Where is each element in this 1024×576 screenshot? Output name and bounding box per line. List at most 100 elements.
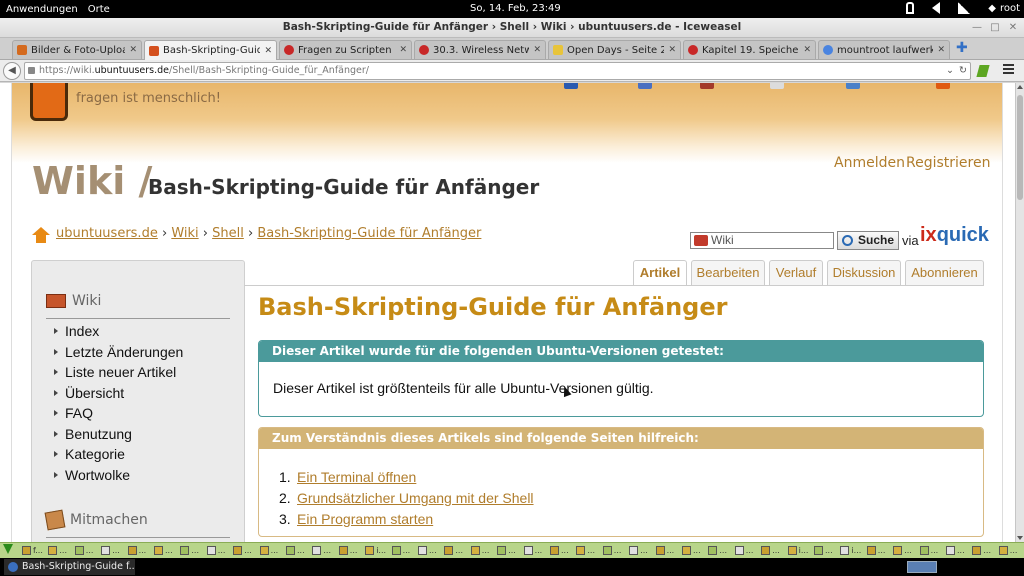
- close-tab-icon[interactable]: ✕: [668, 45, 676, 55]
- bookmark-item[interactable]: i...: [365, 545, 386, 556]
- bookmark-item[interactable]: ...: [74, 545, 93, 556]
- addon-icon[interactable]: [976, 65, 990, 77]
- bookmark-item[interactable]: ...: [998, 545, 1017, 556]
- bookmark-item[interactable]: ...: [127, 545, 146, 556]
- reload-icon[interactable]: ↻: [959, 63, 967, 79]
- bookmark-item[interactable]: ...: [497, 545, 516, 556]
- tab-edit[interactable]: Bearbeiten: [691, 260, 765, 285]
- ikhaya-nav-icon[interactable]: [770, 83, 784, 89]
- prerequisite-link[interactable]: Ein Programm starten: [297, 511, 433, 527]
- bookmark-item[interactable]: ...: [523, 545, 542, 556]
- bookmark-item[interactable]: ...: [206, 545, 225, 556]
- bookmark-item[interactable]: ...: [708, 545, 727, 556]
- close-tab-icon[interactable]: ✕: [264, 46, 272, 56]
- user-menu[interactable]: ◆ root: [988, 3, 1020, 14]
- search-scope-icon[interactable]: [694, 235, 708, 246]
- bookmark-item[interactable]: ...: [101, 545, 120, 556]
- tab-subscribe[interactable]: Abonnieren: [905, 260, 984, 285]
- hamburger-menu-icon[interactable]: [1003, 64, 1017, 78]
- browser-tab[interactable]: Bilder & Foto-Upload... ✕: [12, 40, 142, 59]
- close-tab-icon[interactable]: ✕: [399, 45, 407, 55]
- login-link[interactable]: Anmelden: [834, 155, 905, 171]
- bookmark-item[interactable]: ...: [602, 545, 621, 556]
- clock[interactable]: So, 14. Feb, 23:49: [470, 3, 561, 14]
- breadcrumb-link[interactable]: Bash-Skripting-Guide für Anfänger: [257, 226, 481, 241]
- browser-tab-active[interactable]: Bash-Skripting-Guide... ✕: [144, 40, 277, 60]
- breadcrumb-link[interactable]: Shell: [212, 226, 244, 241]
- sidebar-item-category[interactable]: Kategorie: [52, 444, 183, 465]
- bookmark-item[interactable]: ...: [629, 545, 648, 556]
- breadcrumb-link[interactable]: ubuntuusers.de: [56, 226, 158, 241]
- sidebar-item-index[interactable]: Index: [52, 321, 183, 342]
- bookmark-item[interactable]: ...: [391, 545, 410, 556]
- tab-discussion[interactable]: Diskussion: [827, 260, 901, 285]
- forum-nav-icon[interactable]: [638, 83, 652, 89]
- bookmark-item[interactable]: ...: [259, 545, 278, 556]
- close-tab-icon[interactable]: ✕: [533, 45, 541, 55]
- minimize-icon[interactable]: —: [970, 21, 984, 34]
- accessibility-icon[interactable]: [906, 2, 915, 14]
- close-tab-icon[interactable]: ✕: [129, 45, 137, 55]
- window-titlebar[interactable]: Bash-Skripting-Guide für Anfänger › Shel…: [0, 18, 1024, 38]
- bookmark-item[interactable]: ...: [312, 545, 331, 556]
- applications-menu[interactable]: Anwendungen: [0, 4, 78, 15]
- bookmark-item[interactable]: ...: [418, 545, 437, 556]
- ixquick-logo[interactable]: ixquick: [920, 224, 989, 247]
- close-tab-icon[interactable]: ✕: [937, 45, 945, 55]
- bookmark-item[interactable]: f...: [22, 545, 43, 556]
- sidebar-item-wordcloud[interactable]: Wortwolke: [52, 465, 183, 486]
- search-input[interactable]: Wiki: [690, 232, 834, 249]
- register-link[interactable]: Registrieren: [906, 155, 990, 171]
- bookmark-item[interactable]: ...: [734, 545, 753, 556]
- community-nav-icon[interactable]: [936, 83, 950, 89]
- bookmark-item[interactable]: ...: [550, 545, 569, 556]
- bookmark-item[interactable]: ...: [154, 545, 173, 556]
- network-icon[interactable]: [958, 2, 971, 14]
- workspace-switcher[interactable]: [907, 561, 937, 573]
- ubuntuusers-logo[interactable]: [30, 83, 68, 121]
- bookmark-item[interactable]: ...: [761, 545, 780, 556]
- browser-tab[interactable]: 30.3. Wireless Netw... ✕: [414, 40, 546, 59]
- bookmark-item[interactable]: ...: [682, 545, 701, 556]
- bookmark-item[interactable]: ...: [338, 545, 357, 556]
- search-button[interactable]: Suche: [837, 231, 899, 250]
- prerequisite-link[interactable]: Ein Terminal öffnen: [297, 469, 416, 485]
- bookmark-item[interactable]: ...: [893, 545, 912, 556]
- close-window-icon[interactable]: ✕: [1006, 21, 1020, 34]
- browser-tab[interactable]: Open Days - Seite 2 ... ✕: [548, 40, 681, 59]
- sidebar-item-new-articles[interactable]: Liste neuer Artikel: [52, 362, 183, 383]
- bookmark-item[interactable]: ...: [576, 545, 595, 556]
- places-menu[interactable]: Orte: [78, 4, 110, 15]
- breadcrumb-link[interactable]: Wiki: [171, 226, 198, 241]
- volume-icon[interactable]: [932, 2, 941, 14]
- bookmark-item[interactable]: ...: [48, 545, 67, 556]
- new-tab-plus-icon[interactable]: ✚: [956, 41, 968, 55]
- planet-nav-icon[interactable]: [846, 83, 860, 89]
- bookmark-item[interactable]: i...: [840, 545, 861, 556]
- bookmark-item[interactable]: ...: [180, 545, 199, 556]
- bookmark-item[interactable]: ...: [972, 545, 991, 556]
- sidebar-item-overview[interactable]: Übersicht: [52, 383, 183, 404]
- bookmark-item[interactable]: ...: [286, 545, 305, 556]
- maximize-icon[interactable]: □: [988, 21, 1002, 34]
- portal-nav-icon[interactable]: [564, 83, 578, 89]
- home-arrow-icon[interactable]: [32, 227, 50, 243]
- bookmark-item[interactable]: ...: [919, 545, 938, 556]
- browser-tab[interactable]: Kapitel 19. Speicher... ✕: [683, 40, 816, 59]
- prerequisite-link[interactable]: Grundsätzlicher Umgang mit der Shell: [297, 490, 534, 506]
- bookmark-item[interactable]: ...: [470, 545, 489, 556]
- sidebar-item-faq[interactable]: FAQ: [52, 403, 183, 424]
- tab-history[interactable]: Verlauf: [769, 260, 823, 285]
- page-scrollbar[interactable]: [1015, 83, 1024, 542]
- sidebar-item-recent-changes[interactable]: Letzte Änderungen: [52, 342, 183, 363]
- sidebar-item-usage[interactable]: Benutzung: [52, 424, 183, 445]
- bookmark-item[interactable]: ...: [866, 545, 885, 556]
- back-arrow-icon[interactable]: ◀: [3, 62, 21, 80]
- taskbar-window-button[interactable]: Bash-Skripting-Guide f...: [4, 559, 135, 575]
- bookmark-item[interactable]: ...: [655, 545, 674, 556]
- bookmark-item[interactable]: ...: [814, 545, 833, 556]
- close-tab-icon[interactable]: ✕: [803, 45, 811, 55]
- scroll-down-icon[interactable]: [1017, 536, 1023, 540]
- chevron-down-icon[interactable]: ⌄: [946, 63, 954, 79]
- browser-tab[interactable]: Fragen zu Scripten in... ✕: [279, 40, 412, 59]
